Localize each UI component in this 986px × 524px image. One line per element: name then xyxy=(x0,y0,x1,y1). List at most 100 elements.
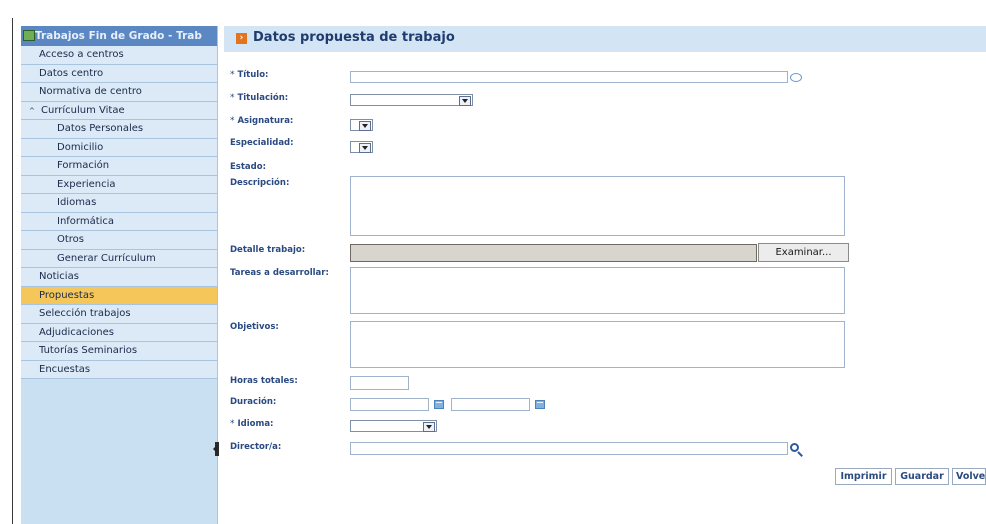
titulacion-select[interactable] xyxy=(350,94,473,106)
sidebar-item-generar-curriculum[interactable]: Generar Currículum xyxy=(21,249,217,268)
sidebar-item-curriculum-vitae[interactable]: ^ Currículum Vitae xyxy=(21,101,217,121)
sidebar-header-title: Trabajos Fin de Grado - Trab xyxy=(35,30,202,42)
director-input[interactable] xyxy=(350,442,788,455)
horas-label-text: Horas totales: xyxy=(230,376,298,386)
detalle-label: Detalle trabajo: xyxy=(230,245,305,255)
sidebar-item-otros[interactable]: Otros xyxy=(21,231,217,250)
asignatura-select[interactable] xyxy=(350,119,373,131)
sidebar-item-datos-centro[interactable]: Datos centro xyxy=(21,64,217,83)
tareas-textarea[interactable] xyxy=(350,267,845,314)
chevron-down-icon[interactable] xyxy=(423,422,435,432)
horas-label: Horas totales: xyxy=(230,376,298,386)
director-label-text: Director/a: xyxy=(230,442,282,452)
titulo-label-text: Título: xyxy=(237,70,269,80)
detalle-file-input[interactable] xyxy=(350,244,757,262)
required-mark: * xyxy=(230,116,235,126)
sidebar-header: Trabajos Fin de Grado - Trab xyxy=(21,26,217,46)
tareas-label: Tareas a desarrollar: xyxy=(230,268,329,278)
objetivos-textarea[interactable] xyxy=(350,321,845,368)
sidebar-item-datos-personales[interactable]: Datos Personales xyxy=(21,120,217,139)
volver-button[interactable]: Volve xyxy=(952,468,986,485)
sidebar-item-encuestas[interactable]: Encuestas xyxy=(21,360,217,379)
examinar-button[interactable]: Examinar... xyxy=(758,243,849,262)
asignatura-label: * Asignatura: xyxy=(230,116,293,126)
idioma-label-text: Idioma: xyxy=(237,419,274,429)
main-content: › Datos propuesta de trabajo * Título: *… xyxy=(224,26,986,524)
titulacion-label: * Titulación: xyxy=(230,93,288,103)
objetivos-label-text: Objetivos: xyxy=(230,322,279,332)
sidebar-item-label: Otros xyxy=(57,234,85,245)
titulo-label: * Título: xyxy=(230,70,268,80)
required-mark: * xyxy=(230,70,235,80)
sidebar-item-label: Currículum Vitae xyxy=(41,104,125,116)
objetivos-label: Objetivos: xyxy=(230,322,279,332)
sidebar-item-label: Datos centro xyxy=(39,67,104,79)
required-mark: * xyxy=(230,419,235,429)
descripcion-label: Descripción: xyxy=(230,178,289,188)
sidebar-item-label: Generar Currículum xyxy=(57,252,156,264)
search-icon[interactable] xyxy=(790,443,799,452)
estado-label: Estado: xyxy=(230,162,266,172)
collapse-arrow-icon[interactable] xyxy=(213,445,217,453)
sidebar-item-adjudicaciones[interactable]: Adjudicaciones xyxy=(21,323,217,342)
duracion-label: Duración: xyxy=(230,397,276,407)
sidebar-item-domicilio[interactable]: Domicilio xyxy=(21,138,217,157)
sidebar-item-label: Tutorías Seminarios xyxy=(39,345,138,356)
horas-input[interactable] xyxy=(350,376,409,390)
sidebar-item-label: Experiencia xyxy=(57,178,116,190)
sidebar-item-label: Encuestas xyxy=(39,363,91,375)
sidebar-item-label: Informática xyxy=(57,215,115,227)
page-title: Datos propuesta de trabajo xyxy=(253,30,455,45)
title-bar: › Datos propuesta de trabajo xyxy=(224,26,986,52)
especialidad-select[interactable] xyxy=(350,141,373,153)
sidebar-item-label: Normativa de centro xyxy=(39,86,142,97)
especialidad-label-text: Especialidad: xyxy=(230,138,294,148)
asignatura-label-text: Asignatura: xyxy=(237,116,294,126)
titulo-input[interactable] xyxy=(350,71,788,83)
calendar-icon[interactable] xyxy=(434,400,444,409)
estado-label-text: Estado: xyxy=(230,162,266,172)
sidebar-item-normativa-de-centro[interactable]: Normativa de centro xyxy=(21,83,217,102)
detalle-label-text: Detalle trabajo: xyxy=(230,245,306,255)
sidebar-item-label: Acceso a centros xyxy=(39,49,124,60)
imprimir-button[interactable]: Imprimir xyxy=(835,468,892,485)
idioma-select[interactable] xyxy=(350,420,437,432)
sidebar-item-acceso-a-centros[interactable]: Acceso a centros xyxy=(21,46,217,65)
duracion-from-input[interactable] xyxy=(350,398,429,411)
duracion-to-input[interactable] xyxy=(451,398,530,411)
sidebar-item-noticias[interactable]: Noticias xyxy=(21,268,217,287)
sidebar-item-informatica[interactable]: Informática xyxy=(21,212,217,231)
sidebar-item-tutorias-seminarios[interactable]: Tutorías Seminarios xyxy=(21,342,217,361)
sidebar-item-experiencia[interactable]: Experiencia xyxy=(21,175,217,194)
chevron-down-icon[interactable] xyxy=(459,96,471,106)
window-edge xyxy=(12,18,13,524)
sidebar-item-label: Selección trabajos xyxy=(39,308,131,319)
sidebar-item-label: Domicilio xyxy=(57,141,104,153)
sidebar-nav: Trabajos Fin de Grado - Trab Acceso a ce… xyxy=(21,26,218,524)
guardar-button[interactable]: Guardar xyxy=(895,468,949,485)
sidebar-item-label: Noticias xyxy=(39,271,79,282)
sidebar-item-label: Propuestas xyxy=(39,289,95,301)
sidebar-item-label: Idiomas xyxy=(57,197,97,208)
especialidad-label: Especialidad: xyxy=(230,138,294,148)
sidebar-item-formacion[interactable]: Formación xyxy=(21,157,217,176)
expand-toggle-icon[interactable]: ^ xyxy=(29,102,35,121)
sidebar-item-idiomas[interactable]: Idiomas xyxy=(21,194,217,213)
sidebar-item-label: Datos Personales xyxy=(57,123,144,134)
director-label: Director/a: xyxy=(230,442,281,452)
titulacion-label-text: Titulación: xyxy=(237,93,289,103)
duracion-label-text: Duración: xyxy=(230,397,277,407)
arrow-icon: › xyxy=(236,33,247,44)
sidebar-item-propuestas[interactable]: Propuestas xyxy=(21,286,217,305)
descripcion-textarea[interactable] xyxy=(350,176,845,236)
required-mark: * xyxy=(230,93,235,103)
idioma-label: * Idioma: xyxy=(230,419,273,429)
tareas-label-text: Tareas a desarrollar: xyxy=(230,268,329,278)
chevron-down-icon[interactable] xyxy=(359,143,371,153)
sidebar-item-seleccion-trabajos[interactable]: Selección trabajos xyxy=(21,305,217,324)
chevron-down-icon[interactable] xyxy=(359,121,371,131)
app-logo-icon xyxy=(23,30,35,41)
descripcion-label-text: Descripción: xyxy=(230,178,290,188)
calendar-icon[interactable] xyxy=(535,400,545,409)
speech-bubble-icon[interactable] xyxy=(790,73,802,82)
